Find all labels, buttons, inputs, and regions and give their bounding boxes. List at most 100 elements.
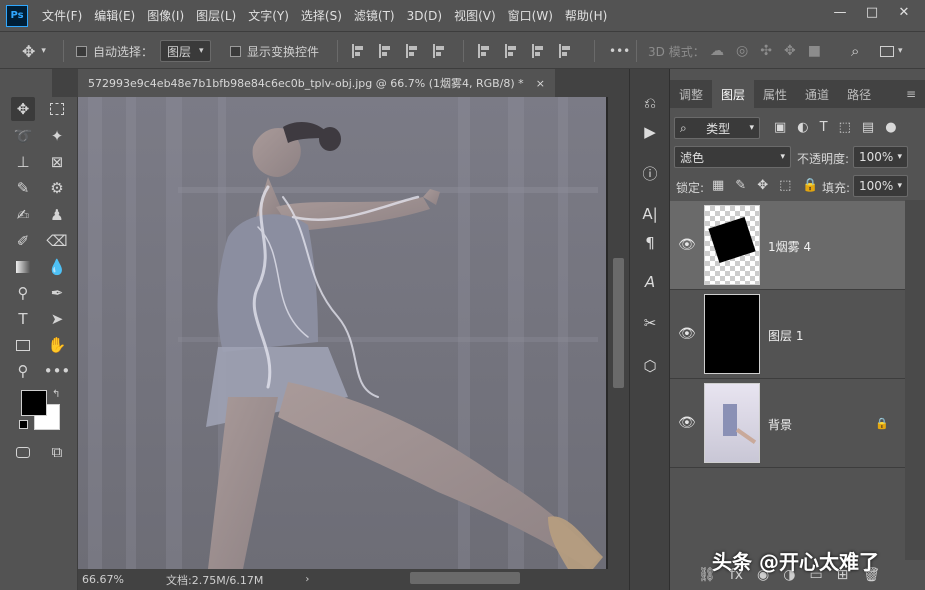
align-middle-icon[interactable] — [505, 44, 517, 58]
blur-tool-icon[interactable]: 💧 — [45, 255, 69, 279]
spot-healing-tool-icon[interactable]: ⚙ — [45, 176, 69, 200]
camera-3d-icon[interactable]: ■ — [808, 43, 821, 59]
history-panel-icon[interactable]: ⎌ — [638, 91, 662, 115]
layer-filter-dropdown[interactable]: ⌕ 类型 ▾ — [674, 117, 760, 139]
crop-tool-icon[interactable]: ⊥ — [11, 150, 35, 174]
status-menu-arrow-icon[interactable]: › — [305, 574, 309, 585]
tab-channels[interactable]: 通道 — [796, 80, 838, 108]
eraser-tool-icon[interactable]: ⌫ — [45, 229, 69, 253]
filter-smart-object-icon[interactable]: ▤ — [862, 120, 874, 135]
paragraph-panel-icon[interactable]: ¶ — [638, 231, 662, 255]
filter-type-icon[interactable]: T — [820, 120, 828, 135]
distribute-h-icon[interactable] — [433, 44, 445, 58]
layers-scrollbar[interactable] — [905, 200, 925, 560]
lasso-tool-icon[interactable]: ➰ — [11, 124, 35, 148]
maximize-button[interactable]: □ — [859, 2, 885, 22]
minimize-button[interactable]: — — [827, 2, 853, 22]
fill-field[interactable]: 100% ▾ — [853, 175, 908, 197]
zoom-tool-icon[interactable]: ⚲ — [11, 359, 35, 383]
opacity-field[interactable]: 100% ▾ — [853, 146, 908, 168]
move-tool-icon[interactable]: ✥ — [11, 97, 35, 121]
menu-edit[interactable]: 编辑(E) — [94, 7, 135, 24]
lock-all-icon[interactable]: 🔒 — [802, 178, 818, 193]
slide-3d-icon[interactable]: ✥ — [784, 43, 796, 59]
roll-3d-icon[interactable]: ◎ — [736, 43, 748, 59]
default-colors-icon[interactable] — [19, 420, 28, 429]
type-tool-icon[interactable]: T — [11, 307, 35, 331]
layer-row-smoke[interactable]: 👁 1烟雾 4 — [670, 201, 905, 290]
menu-image[interactable]: 图像(I) — [147, 7, 184, 24]
more-tools-icon[interactable]: ••• — [44, 359, 71, 383]
layer-row-layer1[interactable]: 👁 图层 1 — [670, 290, 905, 379]
clone-stamp-tool-icon[interactable]: ♟ — [45, 203, 69, 227]
distribute-v-icon[interactable] — [559, 44, 571, 58]
blend-mode-dropdown[interactable]: 滤色 ▾ — [674, 146, 791, 168]
lock-position-icon[interactable]: ✥ — [757, 178, 768, 193]
frame-tool-icon[interactable]: ⊠ — [45, 150, 69, 174]
workspace-button[interactable]: ▾ — [880, 32, 903, 70]
align-top-icon[interactable] — [478, 44, 490, 58]
lock-transparent-icon[interactable]: ▦ — [712, 178, 724, 193]
lock-artboard-icon[interactable]: ⬚ — [779, 178, 791, 193]
menu-window[interactable]: 窗口(W) — [508, 7, 553, 24]
menu-view[interactable]: 视图(V) — [454, 7, 496, 24]
visibility-eye-icon[interactable]: 👁 — [678, 326, 696, 342]
tab-adjustments[interactable]: 调整 — [670, 80, 712, 108]
visibility-eye-icon[interactable]: 👁 — [678, 415, 696, 431]
character-panel-icon[interactable]: A| — [638, 202, 662, 226]
tab-paths[interactable]: 路径 — [838, 80, 880, 108]
3d-panel-icon[interactable]: ⬡ — [638, 354, 662, 378]
menu-help[interactable]: 帮助(H) — [565, 7, 607, 24]
menu-type[interactable]: 文字(Y) — [248, 7, 289, 24]
brush-tool-icon[interactable]: ✍ — [11, 203, 35, 227]
pan-3d-icon[interactable]: ✣ — [760, 43, 772, 59]
search-icon[interactable]: ⌕ — [851, 32, 859, 70]
dodge-tool-icon[interactable]: ⚲ — [11, 281, 35, 305]
align-bottom-icon[interactable] — [532, 44, 544, 58]
history-brush-tool-icon[interactable]: ✐ — [11, 229, 35, 253]
eyedropper-tool-icon[interactable]: ✎ — [11, 176, 35, 200]
lock-image-icon[interactable]: ✎ — [735, 178, 746, 193]
canvas-horizontal-scroll-thumb[interactable] — [410, 572, 520, 584]
menu-file[interactable]: 文件(F) — [42, 7, 82, 24]
canvas-vertical-scroll-thumb[interactable] — [613, 258, 624, 388]
align-right-icon[interactable] — [406, 44, 418, 58]
orbit-3d-icon[interactable]: ☁ — [710, 43, 724, 59]
close-button[interactable]: ✕ — [891, 2, 917, 22]
filter-pixel-icon[interactable]: ▣ — [774, 120, 786, 135]
magic-wand-tool-icon[interactable]: ✦ — [45, 124, 69, 148]
filter-toggle-icon[interactable]: ● — [885, 120, 896, 135]
menu-filter[interactable]: 滤镜(T) — [354, 7, 395, 24]
filter-adjustment-icon[interactable]: ◐ — [797, 120, 808, 135]
document-tab[interactable]: 572993e9c4eb48e7b1bfb98e84c6ec0b_tplv-ob… — [78, 69, 555, 97]
tab-layers[interactable]: 图层 — [712, 80, 755, 108]
align-center-h-icon[interactable] — [379, 44, 391, 58]
layer-name[interactable]: 1烟雾 4 — [768, 238, 811, 255]
gradient-tool-icon[interactable] — [11, 255, 35, 279]
menu-layer[interactable]: 图层(L) — [196, 7, 236, 24]
auto-select-target-dropdown[interactable]: 图层 ▾ — [160, 40, 211, 62]
move-tool-preset[interactable]: ✥ ▾ — [22, 32, 46, 70]
show-transform-checkbox[interactable]: 显示变换控件 — [230, 32, 319, 70]
menu-select[interactable]: 选择(S) — [301, 7, 342, 24]
layer-name[interactable]: 图层 1 — [768, 327, 803, 344]
swap-colors-icon[interactable]: ↰ — [52, 389, 60, 400]
screen-mode-icon[interactable]: ⧉ — [45, 440, 69, 464]
tab-properties[interactable]: 属性 — [754, 80, 796, 108]
align-left-icon[interactable] — [352, 44, 364, 58]
layer-row-background[interactable]: 👁 背景 🔒 — [670, 379, 905, 468]
glyphs-panel-icon[interactable]: A — [638, 270, 662, 294]
actions-panel-icon[interactable]: ▶ — [638, 120, 662, 144]
layer-name[interactable]: 背景 — [768, 416, 792, 433]
foreground-color-swatch[interactable] — [21, 390, 47, 416]
close-tab-icon[interactable]: × — [536, 77, 545, 90]
pen-tool-icon[interactable]: ✒ — [45, 281, 69, 305]
path-selection-tool-icon[interactable]: ➤ — [45, 307, 69, 331]
zoom-level[interactable]: 66.67% — [82, 573, 154, 586]
panel-menu-icon[interactable]: ≡ — [897, 80, 925, 108]
quick-mask-icon[interactable] — [11, 440, 35, 464]
auto-select-checkbox[interactable]: 自动选择： — [76, 32, 153, 70]
hand-tool-icon[interactable]: ✋ — [45, 333, 69, 357]
menu-3d[interactable]: 3D(D) — [407, 9, 442, 23]
canvas-area[interactable] — [78, 97, 608, 569]
